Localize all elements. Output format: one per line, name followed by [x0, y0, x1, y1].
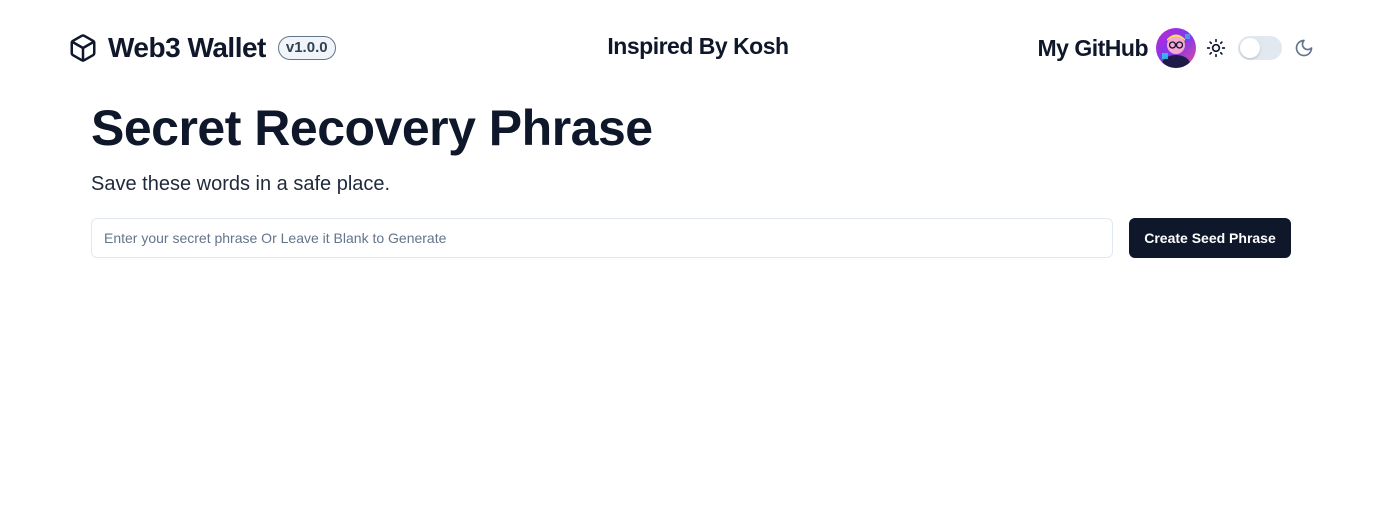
page-subtitle: Save these words in a safe place. — [91, 173, 391, 195]
page-title: Secret Recovery Phrase — [91, 100, 653, 156]
secret-phrase-input[interactable] — [91, 218, 1113, 258]
seed-form: Create Seed Phrase — [91, 218, 1291, 258]
top-nav: Web3 Wallet v1.0.0 Inspired By Kosh My G… — [0, 0, 1396, 96]
github-link[interactable]: My GitHub — [1038, 35, 1149, 62]
main-content: Secret Recovery Phrase Save these words … — [91, 98, 1291, 258]
create-seed-phrase-button[interactable]: Create Seed Phrase — [1129, 218, 1291, 258]
avatar[interactable] — [1156, 28, 1196, 68]
moon-icon — [1295, 39, 1313, 57]
page: Web3 Wallet v1.0.0 Inspired By Kosh My G… — [0, 0, 1396, 518]
sun-icon — [1206, 38, 1226, 58]
right-nav: My GitHub — [1038, 28, 1315, 68]
theme-toggle[interactable] — [1238, 36, 1282, 60]
toggle-knob — [1240, 38, 1260, 58]
